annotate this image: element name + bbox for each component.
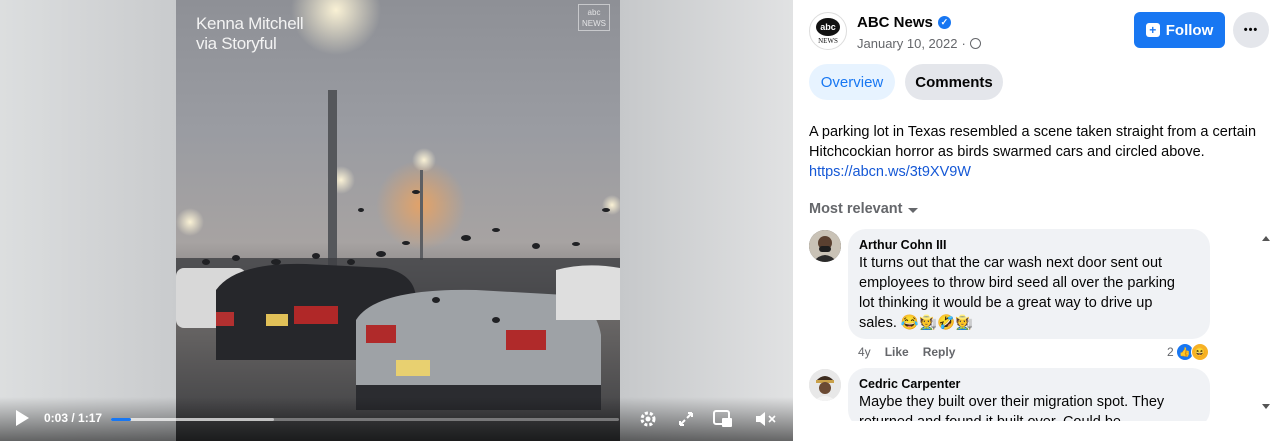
post-link[interactable]: https://abcn.ws/3t9XV9W bbox=[809, 164, 971, 180]
commenter-avatar[interactable] bbox=[809, 230, 841, 262]
haha-reaction-icon: 😆 bbox=[1190, 343, 1209, 361]
post-side-panel: abc NEWS ABC News ✓ January 10, 2022 · +… bbox=[793, 0, 1270, 441]
video-controls: 0:03 / 1:17 bbox=[0, 397, 793, 441]
settings-gear-icon[interactable] bbox=[636, 407, 660, 431]
page-avatar[interactable]: abc NEWS bbox=[809, 12, 847, 50]
commenter-name[interactable]: Arthur Cohn III bbox=[859, 237, 1198, 253]
video-credit: Kenna Mitchell via Storyful bbox=[196, 14, 304, 54]
seek-progress bbox=[111, 418, 132, 421]
volume-muted-icon[interactable] bbox=[754, 407, 778, 431]
comment-sort-dropdown[interactable]: Most relevant bbox=[809, 201, 919, 217]
post-description: A parking lot in Texas resembled a scene… bbox=[809, 124, 1257, 180]
comments-fold bbox=[793, 421, 1263, 441]
comment-text: It turns out that the car wash next door… bbox=[859, 255, 1175, 331]
more-options-button[interactable]: ••• bbox=[1233, 12, 1269, 48]
scroll-down-arrow-icon[interactable] bbox=[1262, 404, 1270, 409]
ellipsis-icon: ••• bbox=[1243, 24, 1259, 36]
credit-name: Kenna Mitchell bbox=[196, 14, 304, 33]
comment-actions: 4y Like Reply bbox=[858, 345, 955, 359]
picture-in-picture-icon[interactable] bbox=[711, 407, 735, 431]
globe-icon bbox=[969, 38, 981, 49]
commenter-avatar[interactable] bbox=[809, 369, 841, 401]
like-button[interactable]: Like bbox=[885, 345, 909, 359]
verified-badge-icon: ✓ bbox=[937, 16, 951, 29]
comment-bubble: Cedric Carpenter Maybe they built over t… bbox=[848, 368, 1210, 428]
video-blur-left bbox=[0, 0, 176, 441]
abc-news-watermark: abc NEWS bbox=[578, 4, 610, 31]
comment-age[interactable]: 4y bbox=[858, 345, 871, 359]
fullscreen-icon[interactable] bbox=[674, 407, 698, 431]
reaction-summary[interactable]: 2 👍 😆 bbox=[1167, 343, 1209, 361]
follow-button[interactable]: + Follow bbox=[1134, 12, 1225, 48]
credit-source: via Storyful bbox=[196, 34, 277, 53]
video-frame[interactable] bbox=[176, 0, 620, 441]
page-name[interactable]: ABC News ✓ bbox=[857, 14, 951, 31]
commenter-name[interactable]: Cedric Carpenter bbox=[859, 376, 1198, 392]
play-icon[interactable] bbox=[16, 410, 29, 426]
tab-overview[interactable]: Overview bbox=[809, 64, 895, 100]
video-time: 0:03 / 1:17 bbox=[44, 411, 103, 425]
video-blur-right bbox=[620, 0, 793, 441]
comment-bubble: Arthur Cohn III It turns out that the ca… bbox=[848, 229, 1210, 339]
seek-bar[interactable] bbox=[111, 418, 619, 421]
follow-icon: + bbox=[1145, 23, 1160, 37]
seek-buffered bbox=[111, 418, 274, 421]
tab-comments[interactable]: Comments bbox=[905, 64, 1003, 100]
chevron-down-icon bbox=[908, 208, 919, 213]
post-date[interactable]: January 10, 2022 · bbox=[857, 36, 981, 51]
parking-lot-scene bbox=[176, 0, 620, 410]
scroll-up-arrow-icon[interactable] bbox=[1262, 236, 1270, 241]
reply-button[interactable]: Reply bbox=[923, 345, 956, 359]
video-player[interactable]: Kenna Mitchell via Storyful abc NEWS 0:0… bbox=[0, 0, 793, 441]
